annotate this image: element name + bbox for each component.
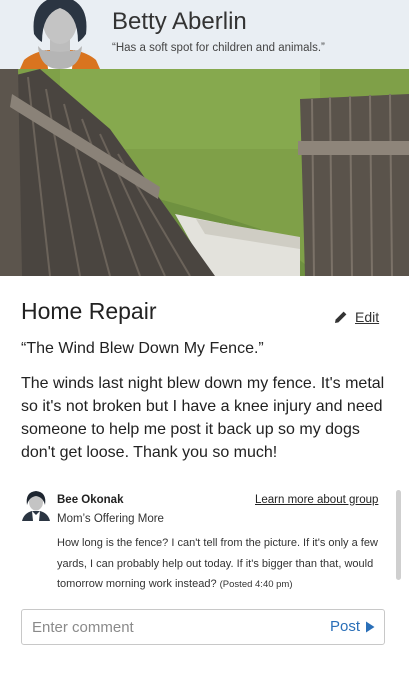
user-avatar-icon [20, 0, 100, 69]
profile-header: Betty Aberlin “Has a soft spot for child… [0, 0, 409, 69]
edit-button[interactable]: Edit [334, 307, 379, 327]
comment-scrollbar[interactable] [396, 490, 401, 580]
avatar[interactable] [20, 0, 100, 69]
post-title: Home Repair [21, 298, 157, 324]
comment-text: How long is the fence? I can't tell from… [57, 533, 387, 596]
post-button[interactable]: Post [330, 618, 375, 635]
post-body: The winds last night blew down my fence.… [21, 375, 385, 461]
user-avatar-icon [22, 491, 50, 521]
post-photo [0, 69, 409, 276]
commenter-group: Mom’s Offering More [57, 513, 164, 525]
comment-input[interactable] [32, 616, 312, 638]
comment-list[interactable]: Bee Okonak Learn more about group Mom’s … [0, 488, 409, 596]
comment-body: How long is the fence? I can't tell from… [57, 537, 378, 590]
comment-timestamp: (Posted 4:40 pm) [219, 579, 293, 590]
user-tagline: “Has a soft spot for children and animal… [112, 42, 325, 54]
fence-photo [0, 69, 409, 276]
post-subtitle: “The Wind Blew Down My Fence.” [21, 340, 264, 357]
commenter-avatar[interactable] [21, 491, 51, 521]
comment-box: Post [21, 609, 385, 645]
play-triangle-icon [366, 621, 375, 632]
learn-more-link[interactable]: Learn more about group [255, 494, 378, 506]
user-name: Betty Aberlin [112, 8, 247, 35]
pencil-icon [335, 311, 347, 323]
commenter-name: Bee Okonak [57, 494, 124, 506]
edit-label: Edit [355, 309, 380, 325]
post-label: Post [329, 618, 360, 635]
